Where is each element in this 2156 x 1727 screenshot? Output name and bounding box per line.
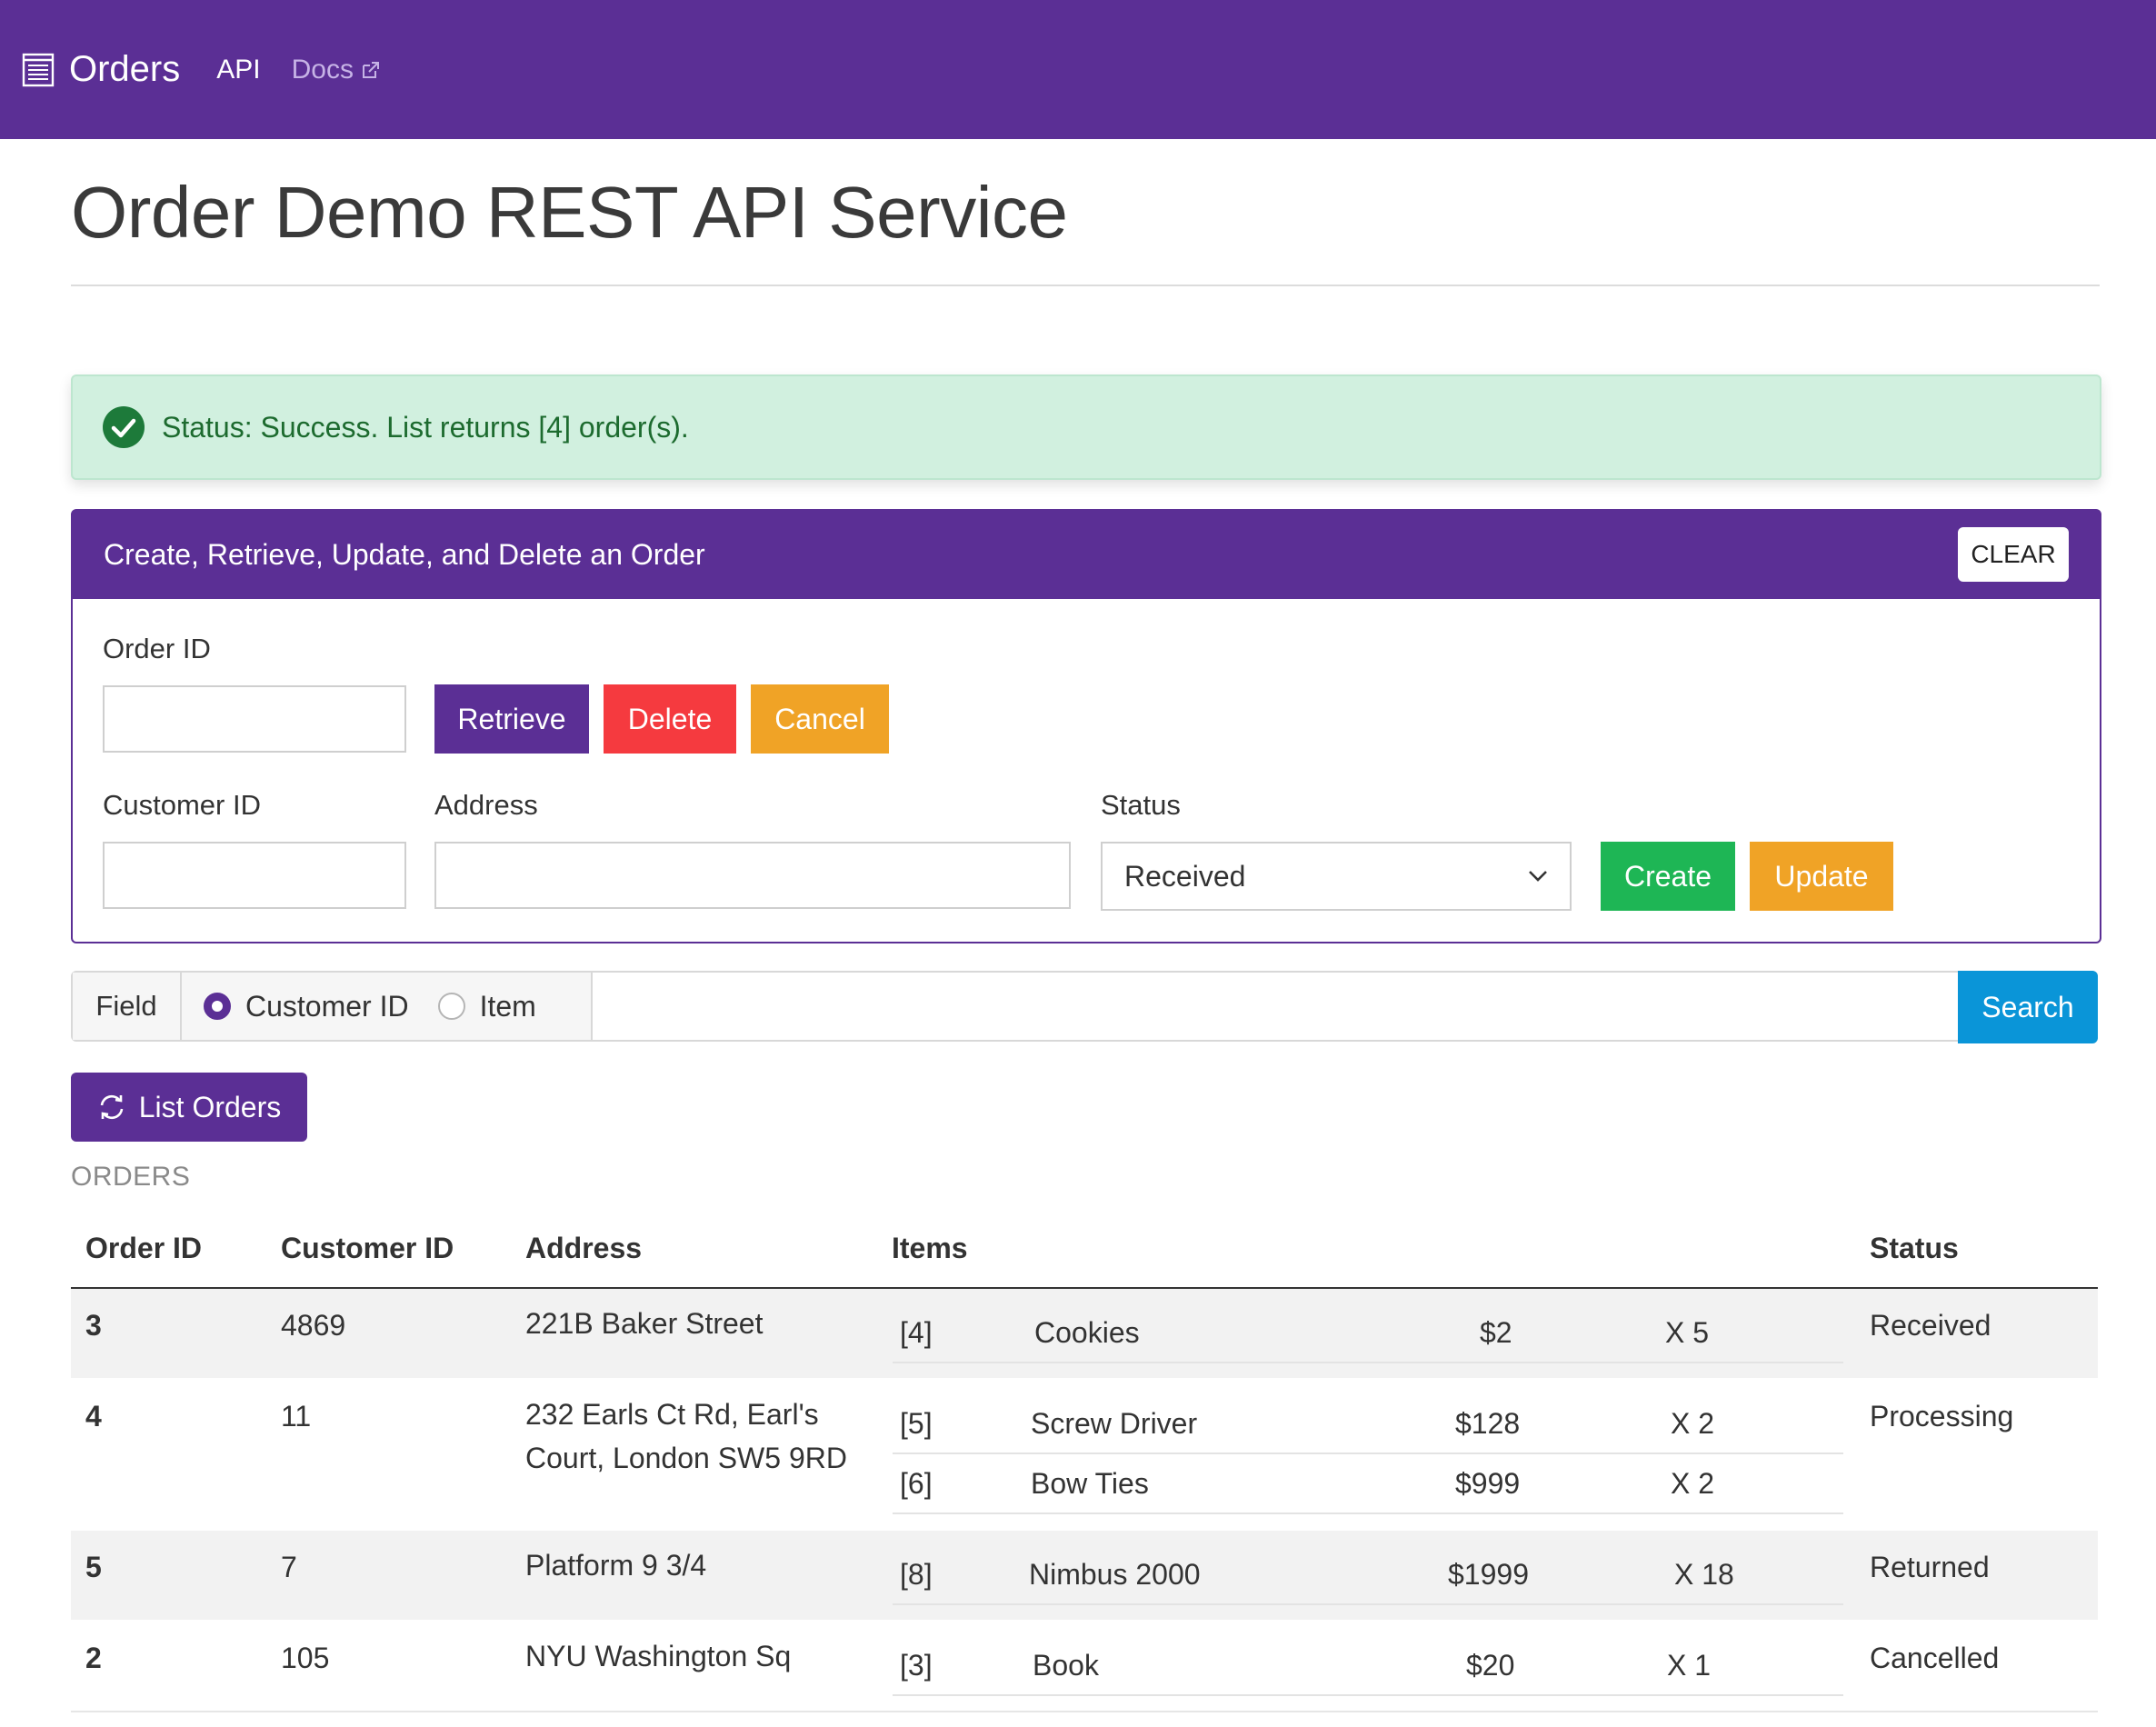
retrieve-button[interactable]: Retrieve xyxy=(434,684,589,754)
col-header-order-id: Order ID xyxy=(85,1232,203,1264)
item-qty: X 1 xyxy=(1667,1649,1712,1682)
search-input[interactable] xyxy=(594,973,1954,1040)
cell-order-id: 5 xyxy=(85,1551,102,1583)
customer-id-label: Customer ID xyxy=(103,789,261,821)
list-icon xyxy=(22,53,55,86)
nav-link-docs[interactable]: Docs xyxy=(292,55,381,85)
external-link-icon xyxy=(362,61,379,78)
item-name: Screw Driver xyxy=(1031,1407,1198,1440)
status-select[interactable]: Received xyxy=(1101,842,1572,911)
list-orders-button[interactable]: List Orders xyxy=(71,1073,307,1142)
page-title: Order Demo REST API Service xyxy=(71,172,1068,253)
item-id: [8] xyxy=(900,1558,933,1591)
table-bottom-rule xyxy=(71,1711,2098,1712)
item-price: $20 xyxy=(1466,1649,1515,1682)
cell-order-id: 3 xyxy=(85,1309,102,1342)
col-header-items: Items xyxy=(892,1232,968,1264)
item-name: Nimbus 2000 xyxy=(1029,1558,1201,1591)
radio-customer-id-label[interactable]: Customer ID xyxy=(245,990,409,1023)
update-button[interactable]: Update xyxy=(1750,842,1893,911)
cell-address: 221B Baker Street xyxy=(525,1307,764,1340)
cancel-button[interactable]: Cancel xyxy=(751,684,889,754)
order-id-input[interactable] xyxy=(103,685,406,753)
nav-link-docs-label: Docs xyxy=(291,54,354,85)
cell-status: Cancelled xyxy=(1870,1642,2000,1674)
radio-item-label[interactable]: Item xyxy=(480,990,536,1023)
cell-status: Returned xyxy=(1870,1551,1990,1583)
item-divider xyxy=(893,1512,1843,1514)
cell-customer-id: 4869 xyxy=(281,1309,346,1342)
radio-item[interactable] xyxy=(437,993,465,1020)
customer-id-input[interactable] xyxy=(103,842,406,909)
field-label: Field xyxy=(73,973,182,1040)
clear-button[interactable]: CLEAR xyxy=(1958,527,2069,582)
order-id-label: Order ID xyxy=(103,633,211,664)
search-bar: Field Customer ID Item Search xyxy=(71,971,2098,1043)
panel-title: Create, Retrieve, Update, and Delete an … xyxy=(104,538,705,571)
nav-link-api[interactable]: API xyxy=(216,55,260,85)
item-id: [4] xyxy=(900,1316,933,1349)
item-qty: X 18 xyxy=(1674,1558,1734,1591)
address-label: Address xyxy=(434,789,538,821)
chevron-down-icon xyxy=(1529,871,1547,882)
item-divider xyxy=(893,1694,1843,1696)
cell-customer-id: 7 xyxy=(281,1551,297,1583)
cell-order-id: 4 xyxy=(85,1400,102,1433)
item-id: [3] xyxy=(900,1649,933,1682)
item-divider xyxy=(893,1452,1843,1454)
delete-button[interactable]: Delete xyxy=(604,684,736,754)
list-orders-label: List Orders xyxy=(138,1090,282,1123)
create-button[interactable]: Create xyxy=(1601,842,1735,911)
item-price: $1999 xyxy=(1448,1558,1529,1591)
check-circle-icon xyxy=(103,406,145,448)
item-qty: X 5 xyxy=(1665,1316,1710,1349)
brand-title: Orders xyxy=(69,49,181,89)
item-qty: X 2 xyxy=(1671,1467,1715,1500)
orders-section-label: ORDERS xyxy=(71,1162,191,1192)
item-price: $2 xyxy=(1480,1316,1512,1349)
cell-customer-id: 11 xyxy=(281,1400,312,1433)
cell-status: Received xyxy=(1870,1309,1991,1342)
navbar: Orders API Docs xyxy=(0,0,2156,139)
status-label: Status xyxy=(1101,789,1181,821)
col-header-customer-id: Customer ID xyxy=(281,1232,454,1264)
item-id: [6] xyxy=(900,1467,933,1500)
field-radio-group: Customer ID Item xyxy=(182,973,593,1040)
item-divider xyxy=(893,1362,1843,1363)
brand[interactable]: Orders xyxy=(20,49,180,90)
item-divider xyxy=(893,1603,1843,1605)
status-alert: Status: Success. List returns [4] order(… xyxy=(71,374,2101,480)
cell-address: NYU Washington Sq xyxy=(525,1640,792,1672)
item-price: $999 xyxy=(1455,1467,1521,1500)
item-qty: X 2 xyxy=(1671,1407,1715,1440)
title-divider xyxy=(71,285,2100,286)
item-name: Cookies xyxy=(1034,1316,1140,1349)
address-input[interactable] xyxy=(434,842,1071,909)
cell-address: Platform 9 3/4 xyxy=(525,1549,707,1582)
crud-panel: Create, Retrieve, Update, and Delete an … xyxy=(71,509,2101,943)
col-header-status: Status xyxy=(1870,1232,1959,1264)
cell-customer-id: 105 xyxy=(281,1642,330,1674)
alert-message: Status: Success. List returns [4] order(… xyxy=(162,410,689,444)
item-price: $128 xyxy=(1455,1407,1521,1440)
radio-customer-id[interactable] xyxy=(204,993,231,1020)
cell-address: 232 Earls Ct Rd, Earl's Court, London SW… xyxy=(525,1398,847,1474)
search-button[interactable]: Search xyxy=(1958,971,2098,1043)
panel-header: Create, Retrieve, Update, and Delete an … xyxy=(73,511,2100,599)
refresh-icon xyxy=(100,1094,124,1120)
item-id: [5] xyxy=(900,1407,933,1440)
col-header-address: Address xyxy=(525,1232,643,1264)
status-select-value: Received xyxy=(1124,859,1246,893)
cell-status: Processing xyxy=(1870,1400,2014,1433)
item-name: Bow Ties xyxy=(1031,1467,1149,1500)
cell-order-id: 2 xyxy=(85,1642,102,1674)
item-name: Book xyxy=(1033,1649,1099,1682)
